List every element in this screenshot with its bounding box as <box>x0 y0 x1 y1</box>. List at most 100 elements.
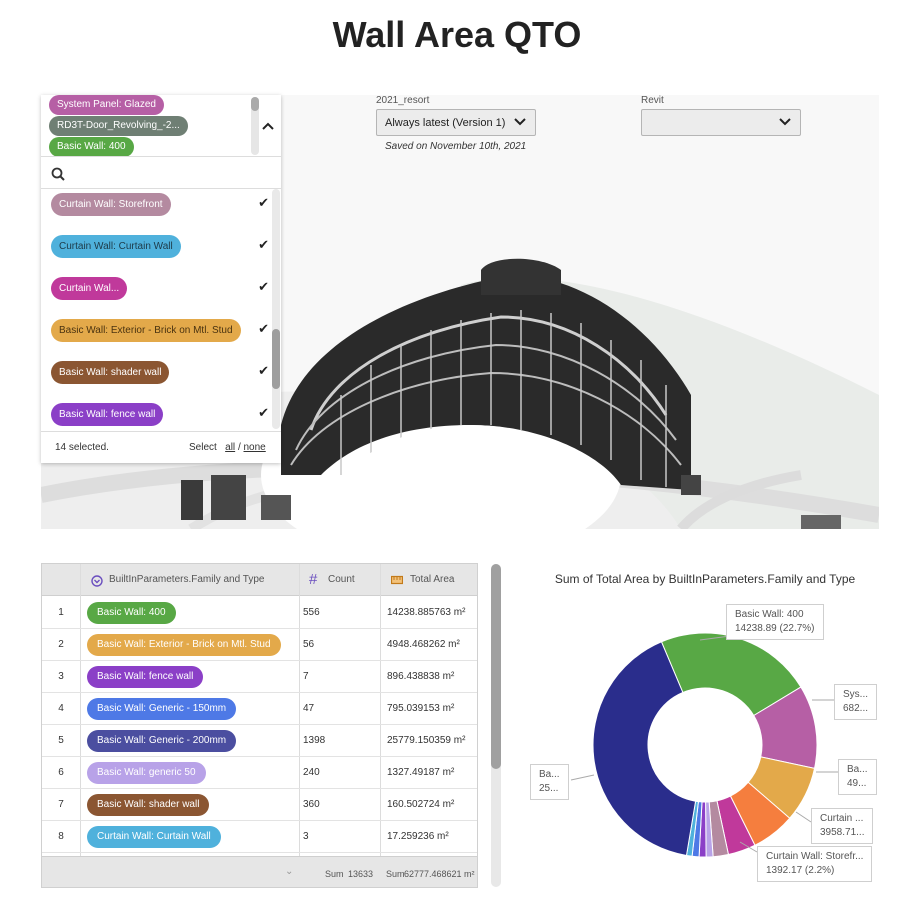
revit-select[interactable] <box>641 109 801 136</box>
model-label: 2021_resort <box>376 95 430 106</box>
version-select[interactable]: Always latest (Version 1) <box>376 109 536 136</box>
callout-storefront: Curtain Wall: Storefr... 1392.17 (2.2%) <box>757 846 873 882</box>
table-scrollbar[interactable] <box>491 564 501 887</box>
header-count[interactable]: Count <box>328 574 355 585</box>
ruler-icon <box>391 575 403 585</box>
row-label: Basic Wall: Exterior - Brick on Mtl. Stu… <box>87 634 281 656</box>
option-curtain-wal[interactable]: Curtain Wal... ✔ <box>41 267 273 309</box>
table-header: BuiltInParameters.Family and Type # Coun… <box>42 564 477 596</box>
chip-basic-wall-400[interactable]: Basic Wall: 400 <box>49 137 134 156</box>
callout-line1: Sys... <box>843 689 869 700</box>
chevron-down-icon <box>514 118 526 126</box>
pie-slice[interactable] <box>685 800 699 857</box>
checkmark-icon: ✔ <box>258 195 269 210</box>
checkmark-icon: ✔ <box>258 405 269 420</box>
option-shader-wall[interactable]: Basic Wall: shader wall ✔ <box>41 351 273 393</box>
footer-sum-count: 13633 <box>348 869 374 879</box>
row-count: 47 <box>303 703 315 714</box>
footer-sum-area-label: Sum <box>386 869 405 879</box>
table-row[interactable]: 8 Curtain Wall: Curtain Wall 3 17.259236… <box>42 821 477 853</box>
table-row[interactable]: 5 Basic Wall: Generic - 200mm 1398 25779… <box>42 725 477 757</box>
chip-system-panel[interactable]: System Panel: Glazed <box>49 95 164 115</box>
search-input[interactable] <box>73 166 253 181</box>
header-family-type[interactable]: BuiltInParameters.Family and Type <box>109 574 264 585</box>
chevron-down-icon <box>779 118 791 126</box>
option-scrollbar[interactable] <box>272 189 280 429</box>
row-count: 3 <box>303 831 309 842</box>
pie-slice[interactable] <box>691 801 703 858</box>
callout-line1: Curtain ... <box>820 813 864 824</box>
table-row[interactable]: 4 Basic Wall: Generic - 150mm 47 795.039… <box>42 693 477 725</box>
select-none-link[interactable]: none <box>244 442 266 453</box>
row-area: 25779.150359 m² <box>387 735 466 746</box>
row-area: 4948.468262 m² <box>387 639 460 650</box>
footer-sum-area: 62777.468621 m² <box>404 869 475 879</box>
table-row[interactable]: 7 Basic Wall: shader wall 360 160.502724… <box>42 789 477 821</box>
row-index: 6 <box>58 767 64 778</box>
pie-slice[interactable] <box>716 795 756 856</box>
header-area[interactable]: Total Area <box>410 574 454 585</box>
table-row[interactable]: 1 Basic Wall: 400 556 14238.885763 m² <box>42 597 477 629</box>
option-fence-wall[interactable]: Basic Wall: fence wall ✔ <box>41 393 273 429</box>
leader-line <box>795 811 812 823</box>
pie-slice[interactable] <box>747 756 816 819</box>
row-label: Curtain Wall: Curtain Wall <box>87 826 221 848</box>
chip-rd3t-door[interactable]: RD3T-Door_Revolving_-2... <box>49 116 188 136</box>
callout-ba-right: Ba... 49... <box>838 759 877 795</box>
family-type-multiselect[interactable]: System Panel: Glazed RD3T-Door_Revolving… <box>41 95 281 463</box>
version-select-value: Always latest (Version 1) <box>385 116 506 129</box>
option-label: Curtain Wall: Curtain Wall <box>51 235 181 258</box>
table-row[interactable]: 3 Basic Wall: fence wall 7 896.438838 m² <box>42 661 477 693</box>
pie-slice[interactable] <box>660 632 802 717</box>
revit-label: Revit <box>641 95 664 106</box>
row-index: 4 <box>58 703 64 714</box>
row-count: 240 <box>303 767 320 778</box>
pie-slice[interactable] <box>729 781 791 846</box>
selected-count: 14 selected. <box>55 442 109 453</box>
pie-slice[interactable] <box>705 801 714 858</box>
chevron-up-icon[interactable] <box>261 119 275 133</box>
option-list: Curtain Wall: Storefront ✔ Curtain Wall:… <box>41 189 281 429</box>
pie-slice[interactable] <box>592 641 697 857</box>
checkmark-icon: ✔ <box>258 363 269 378</box>
callout-line1: Basic Wall: 400 <box>735 609 804 620</box>
callout-sys: Sys... 682... <box>834 684 878 720</box>
footer-chevron-icon: ⌄ <box>285 866 294 877</box>
checkmark-icon: ✔ <box>258 279 269 294</box>
pie-slice[interactable] <box>708 800 730 858</box>
row-label: Basic Wall: generic 50 <box>87 762 206 784</box>
callout-line1: Ba... <box>847 764 868 775</box>
row-count: 360 <box>303 799 320 810</box>
option-label: Basic Wall: fence wall <box>51 403 164 426</box>
select-all-link[interactable]: all <box>225 442 235 453</box>
callout-line1: Curtain Wall: Storefr... <box>766 851 864 862</box>
option-curtain-wall[interactable]: Curtain Wall: Curtain Wall ✔ <box>41 225 273 267</box>
row-area: 896.438838 m² <box>387 671 455 682</box>
saved-note: Saved on November 10th, 2021 <box>385 141 527 152</box>
option-label: Curtain Wall: Storefront <box>51 193 171 216</box>
row-count: 556 <box>303 607 320 618</box>
page-title: Wall Area QTO <box>332 14 582 55</box>
table-row[interactable]: 6 Basic Wall: generic 50 240 1327.49187 … <box>42 757 477 789</box>
chips-scrollbar[interactable] <box>251 97 259 155</box>
row-count: 56 <box>303 639 315 650</box>
checkmark-icon: ✔ <box>258 237 269 252</box>
row-index: 1 <box>58 607 64 618</box>
pie-slice[interactable] <box>698 801 707 858</box>
pie-slice[interactable] <box>753 686 818 769</box>
row-area: 14238.885763 m² <box>387 607 466 618</box>
checkmark-icon: ✔ <box>258 321 269 336</box>
leader-line <box>570 774 595 781</box>
footer-sum-count-label: Sum <box>325 869 344 879</box>
callout-basic-wall-400: Basic Wall: 400 14238.89 (22.7%) <box>726 604 824 640</box>
row-index: 7 <box>58 799 64 810</box>
option-exterior-brick[interactable]: Basic Wall: Exterior - Brick on Mtl. Stu… <box>41 309 273 351</box>
callout-line2: 25... <box>539 783 559 794</box>
select-label: Select <box>189 442 217 453</box>
row-index: 8 <box>58 831 64 842</box>
row-count: 1398 <box>303 735 326 746</box>
table-row[interactable]: 2 Basic Wall: Exterior - Brick on Mtl. S… <box>42 629 477 661</box>
option-curtain-storefront[interactable]: Curtain Wall: Storefront ✔ <box>41 189 273 225</box>
callout-line2: 3958.71... <box>820 827 865 838</box>
selected-chips: System Panel: Glazed RD3T-Door_Revolving… <box>41 95 281 157</box>
